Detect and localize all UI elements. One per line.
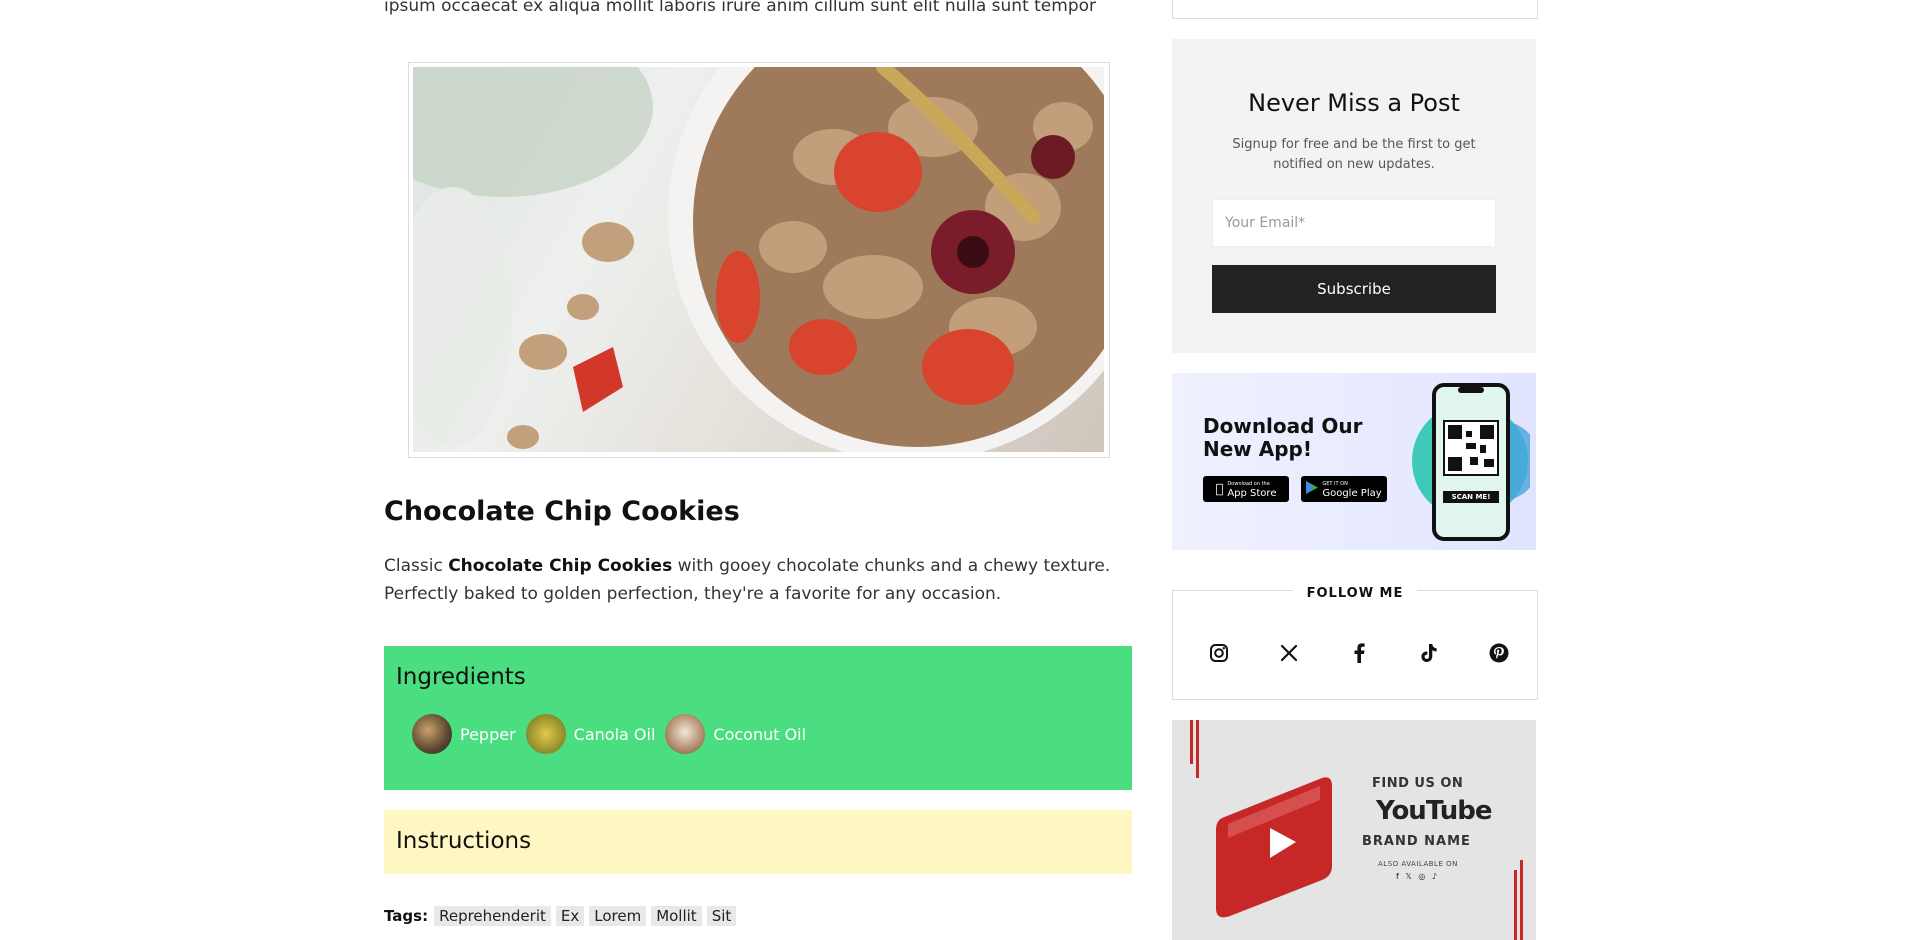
instructions-box: Instructions <box>384 810 1132 874</box>
recipe-image-frame <box>408 62 1110 458</box>
youtube-banner[interactable]: FIND US ON YouTube BRAND NAME ALSO AVAIL… <box>1172 720 1536 940</box>
follow-title: FOLLOW ME <box>1173 582 1537 601</box>
recipe-desc-bold: Chocolate Chip Cookies <box>448 556 673 576</box>
ingredient-label: Coconut Oil <box>713 724 807 744</box>
sidebar-widget-bottom-edge <box>1172 0 1538 19</box>
app-store-label: App Store <box>1223 488 1276 499</box>
google-play-icon <box>1306 481 1319 497</box>
youtube-brand-name: BRAND NAME <box>1362 834 1471 849</box>
scan-me-label: SCAN ME! <box>1451 493 1491 501</box>
follow-me-widget: FOLLOW ME <box>1172 586 1538 700</box>
tags-label: Tags: <box>384 907 429 925</box>
recipe-title: Chocolate Chip Cookies <box>384 496 740 527</box>
newsletter-text: Signup for free and be the first to get … <box>1232 137 1476 172</box>
tag-link[interactable]: Mollit <box>651 906 702 926</box>
tiktok-icon[interactable] <box>1417 641 1441 665</box>
google-play-label: Google Play <box>1322 488 1382 499</box>
youtube-also-available: ALSO AVAILABLE ON <box>1378 860 1458 868</box>
tag-link[interactable]: Lorem <box>589 906 647 926</box>
download-app-banner[interactable]: Download Our New App!  Download on the … <box>1172 373 1536 550</box>
email-input[interactable] <box>1212 199 1496 247</box>
app-title-line1: Download Our <box>1203 414 1363 438</box>
apple-icon:  <box>1216 482 1224 497</box>
youtube-social-icons: f 𝕏 ◎ ♪ <box>1396 872 1439 881</box>
app-store-button[interactable]:  Download on the App Store <box>1203 476 1289 502</box>
recipe-description: Classic Chocolate Chip Cookies with gooe… <box>384 552 1134 608</box>
ingredients-box: Ingredients Pepper Canola Oil Coconut Oi… <box>384 646 1132 790</box>
ingredient-label: Pepper <box>460 724 516 744</box>
app-banner-title: Download Our New App! <box>1203 415 1363 461</box>
facebook-icon[interactable] <box>1347 641 1371 665</box>
youtube-banner-graphic <box>1190 720 1523 940</box>
ingredient-item[interactable]: Coconut Oil <box>665 714 806 754</box>
cereal-bowl-image <box>413 67 1104 452</box>
tag-link[interactable]: Sit <box>706 906 737 926</box>
newsletter-title: Never Miss a Post <box>1248 89 1460 117</box>
phone-illustration: SCAN ME! <box>1410 383 1536 543</box>
google-play-button[interactable]: GET IT ON Google Play <box>1301 476 1387 502</box>
recipe-desc-prefix: Classic <box>384 556 449 576</box>
youtube-wordmark: YouTube <box>1376 796 1492 826</box>
newsletter-widget: Never Miss a Post Signup for free and be… <box>1172 39 1536 353</box>
ingredient-item[interactable]: Pepper <box>412 714 516 754</box>
intro-text: ipsum occaecat ex aliqua mollit laboris … <box>384 0 1096 16</box>
canola-oil-thumbnail <box>525 714 566 754</box>
ingredients-title: Ingredients <box>396 664 526 690</box>
ingredient-item[interactable]: Canola Oil <box>525 714 656 754</box>
tag-link[interactable]: Reprehenderit <box>434 906 551 926</box>
subscribe-button[interactable]: Subscribe <box>1212 265 1496 313</box>
follow-title-text: FOLLOW ME <box>1292 586 1418 601</box>
app-title-line2: New App! <box>1203 437 1312 461</box>
tags-row: Tags: Reprehenderit Ex Lorem Mollit Sit <box>384 906 741 926</box>
pepper-thumbnail <box>412 714 452 754</box>
pinterest-icon[interactable] <box>1487 641 1511 665</box>
coconut-oil-thumbnail <box>665 714 706 754</box>
instructions-title: Instructions <box>396 828 532 854</box>
ingredient-label: Canola Oil <box>573 724 656 744</box>
instagram-icon[interactable] <box>1207 641 1231 665</box>
ingredients-list: Pepper Canola Oil Coconut Oil <box>412 714 816 754</box>
youtube-find-us: FIND US ON <box>1372 776 1464 791</box>
x-icon[interactable] <box>1277 641 1301 665</box>
tag-link[interactable]: Ex <box>555 906 585 926</box>
